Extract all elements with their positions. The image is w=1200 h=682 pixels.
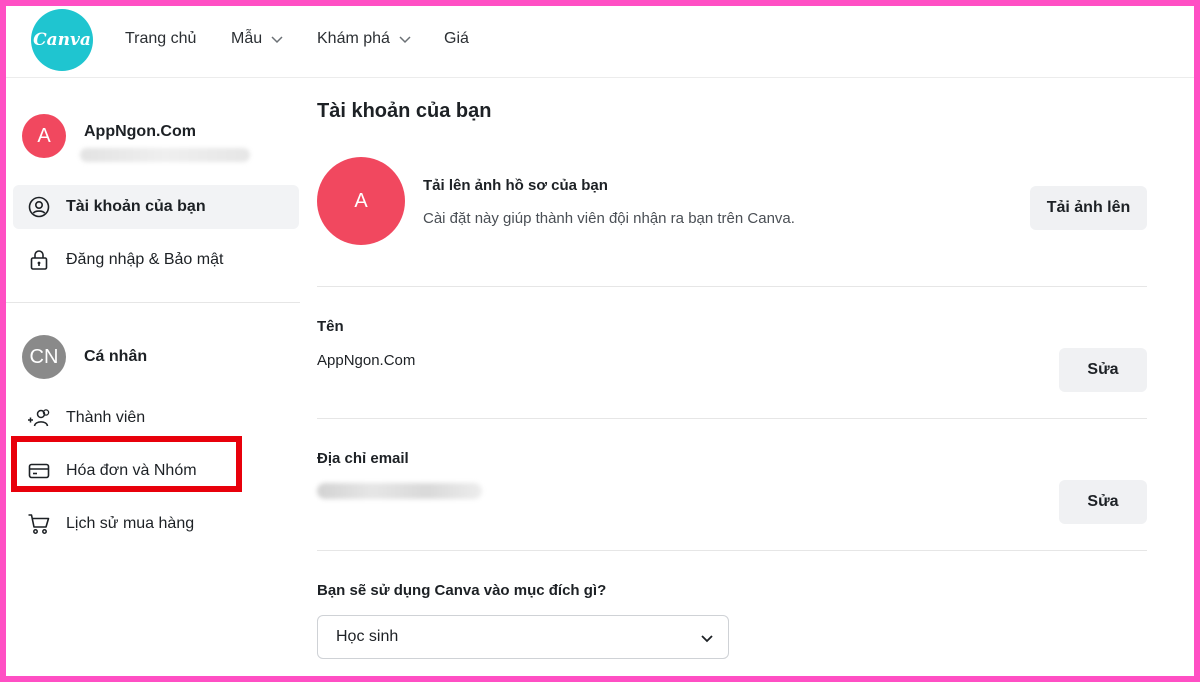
edit-email-button[interactable]: Sửa <box>1059 480 1147 524</box>
sidebar-item-label: Đăng nhập & Bảo mật <box>66 251 224 268</box>
nav-templates-label: Mẫu <box>231 30 263 47</box>
purpose-select-value: Học sinh <box>336 628 399 645</box>
profile-upload-heading: Tải lên ảnh hồ sơ của bạn <box>423 177 608 194</box>
sidebar: A AppNgon.Com Tài khoản của bạn Đăng nhậ… <box>6 78 306 676</box>
nav-home-label: Trang chủ <box>125 30 197 47</box>
nav-pricing[interactable]: Giá <box>444 30 469 48</box>
sidebar-item-your-account[interactable]: Tài khoản của bạn <box>13 185 299 229</box>
user-avatar: A <box>22 114 66 158</box>
divider <box>317 286 1147 287</box>
name-label: Tên <box>317 318 344 335</box>
sidebar-item-members[interactable]: Thành viên <box>13 396 299 440</box>
highlight-box <box>11 436 242 492</box>
nav-discover-label: Khám phá <box>317 30 390 47</box>
team-avatar: CN <box>22 335 66 379</box>
main-content: Tài khoản của bạn A Tải lên ảnh hồ sơ củ… <box>317 78 1147 676</box>
email-label: Địa chỉ email <box>317 450 409 467</box>
divider <box>317 550 1147 551</box>
canva-logo[interactable]: Canva <box>31 9 93 71</box>
chevron-down-icon <box>399 36 411 44</box>
sidebar-item-purchase-history[interactable]: Lịch sử mua hàng <box>13 502 299 546</box>
page-title: Tài khoản của bạn <box>317 100 492 122</box>
profile-upload-description: Cài đặt này giúp thành viên đội nhận ra … <box>423 210 795 227</box>
chevron-down-icon <box>271 36 283 44</box>
team-name: Cá nhân <box>84 348 148 365</box>
add-people-icon <box>28 409 50 427</box>
edit-name-button[interactable]: Sửa <box>1059 348 1147 392</box>
top-navigation: Canva Trang chủ Mẫu Khám phá Giá <box>6 6 1194 78</box>
purpose-select[interactable]: Học sinh <box>317 615 729 659</box>
sidebar-item-label: Lịch sử mua hàng <box>66 515 195 532</box>
chevron-down-icon <box>701 635 713 643</box>
nav-pricing-label: Giá <box>444 30 469 47</box>
shopping-cart-icon <box>28 514 50 534</box>
name-value: AppNgon.Com <box>317 352 416 369</box>
sidebar-item-label: Tài khoản của bạn <box>66 198 206 215</box>
sidebar-item-label: Thành viên <box>66 409 146 426</box>
user-name: AppNgon.Com <box>84 123 196 140</box>
sidebar-item-login-security[interactable]: Đăng nhập & Bảo mật <box>13 238 299 282</box>
user-circle-icon <box>28 196 50 218</box>
sidebar-divider <box>6 302 300 303</box>
upload-photo-button[interactable]: Tải ảnh lên <box>1030 186 1147 230</box>
nav-home[interactable]: Trang chủ <box>125 30 196 48</box>
purpose-question: Bạn sẽ sử dụng Canva vào mục đích gì? <box>317 582 607 599</box>
profile-avatar[interactable]: A <box>317 157 405 245</box>
divider <box>317 418 1147 419</box>
nav-templates[interactable]: Mẫu <box>231 30 284 48</box>
user-email-blurred <box>80 148 250 162</box>
app-window: Canva Trang chủ Mẫu Khám phá Giá A AppNg… <box>6 6 1194 676</box>
email-value-blurred <box>317 483 482 499</box>
lock-icon <box>30 250 48 270</box>
nav-discover[interactable]: Khám phá <box>317 30 412 48</box>
